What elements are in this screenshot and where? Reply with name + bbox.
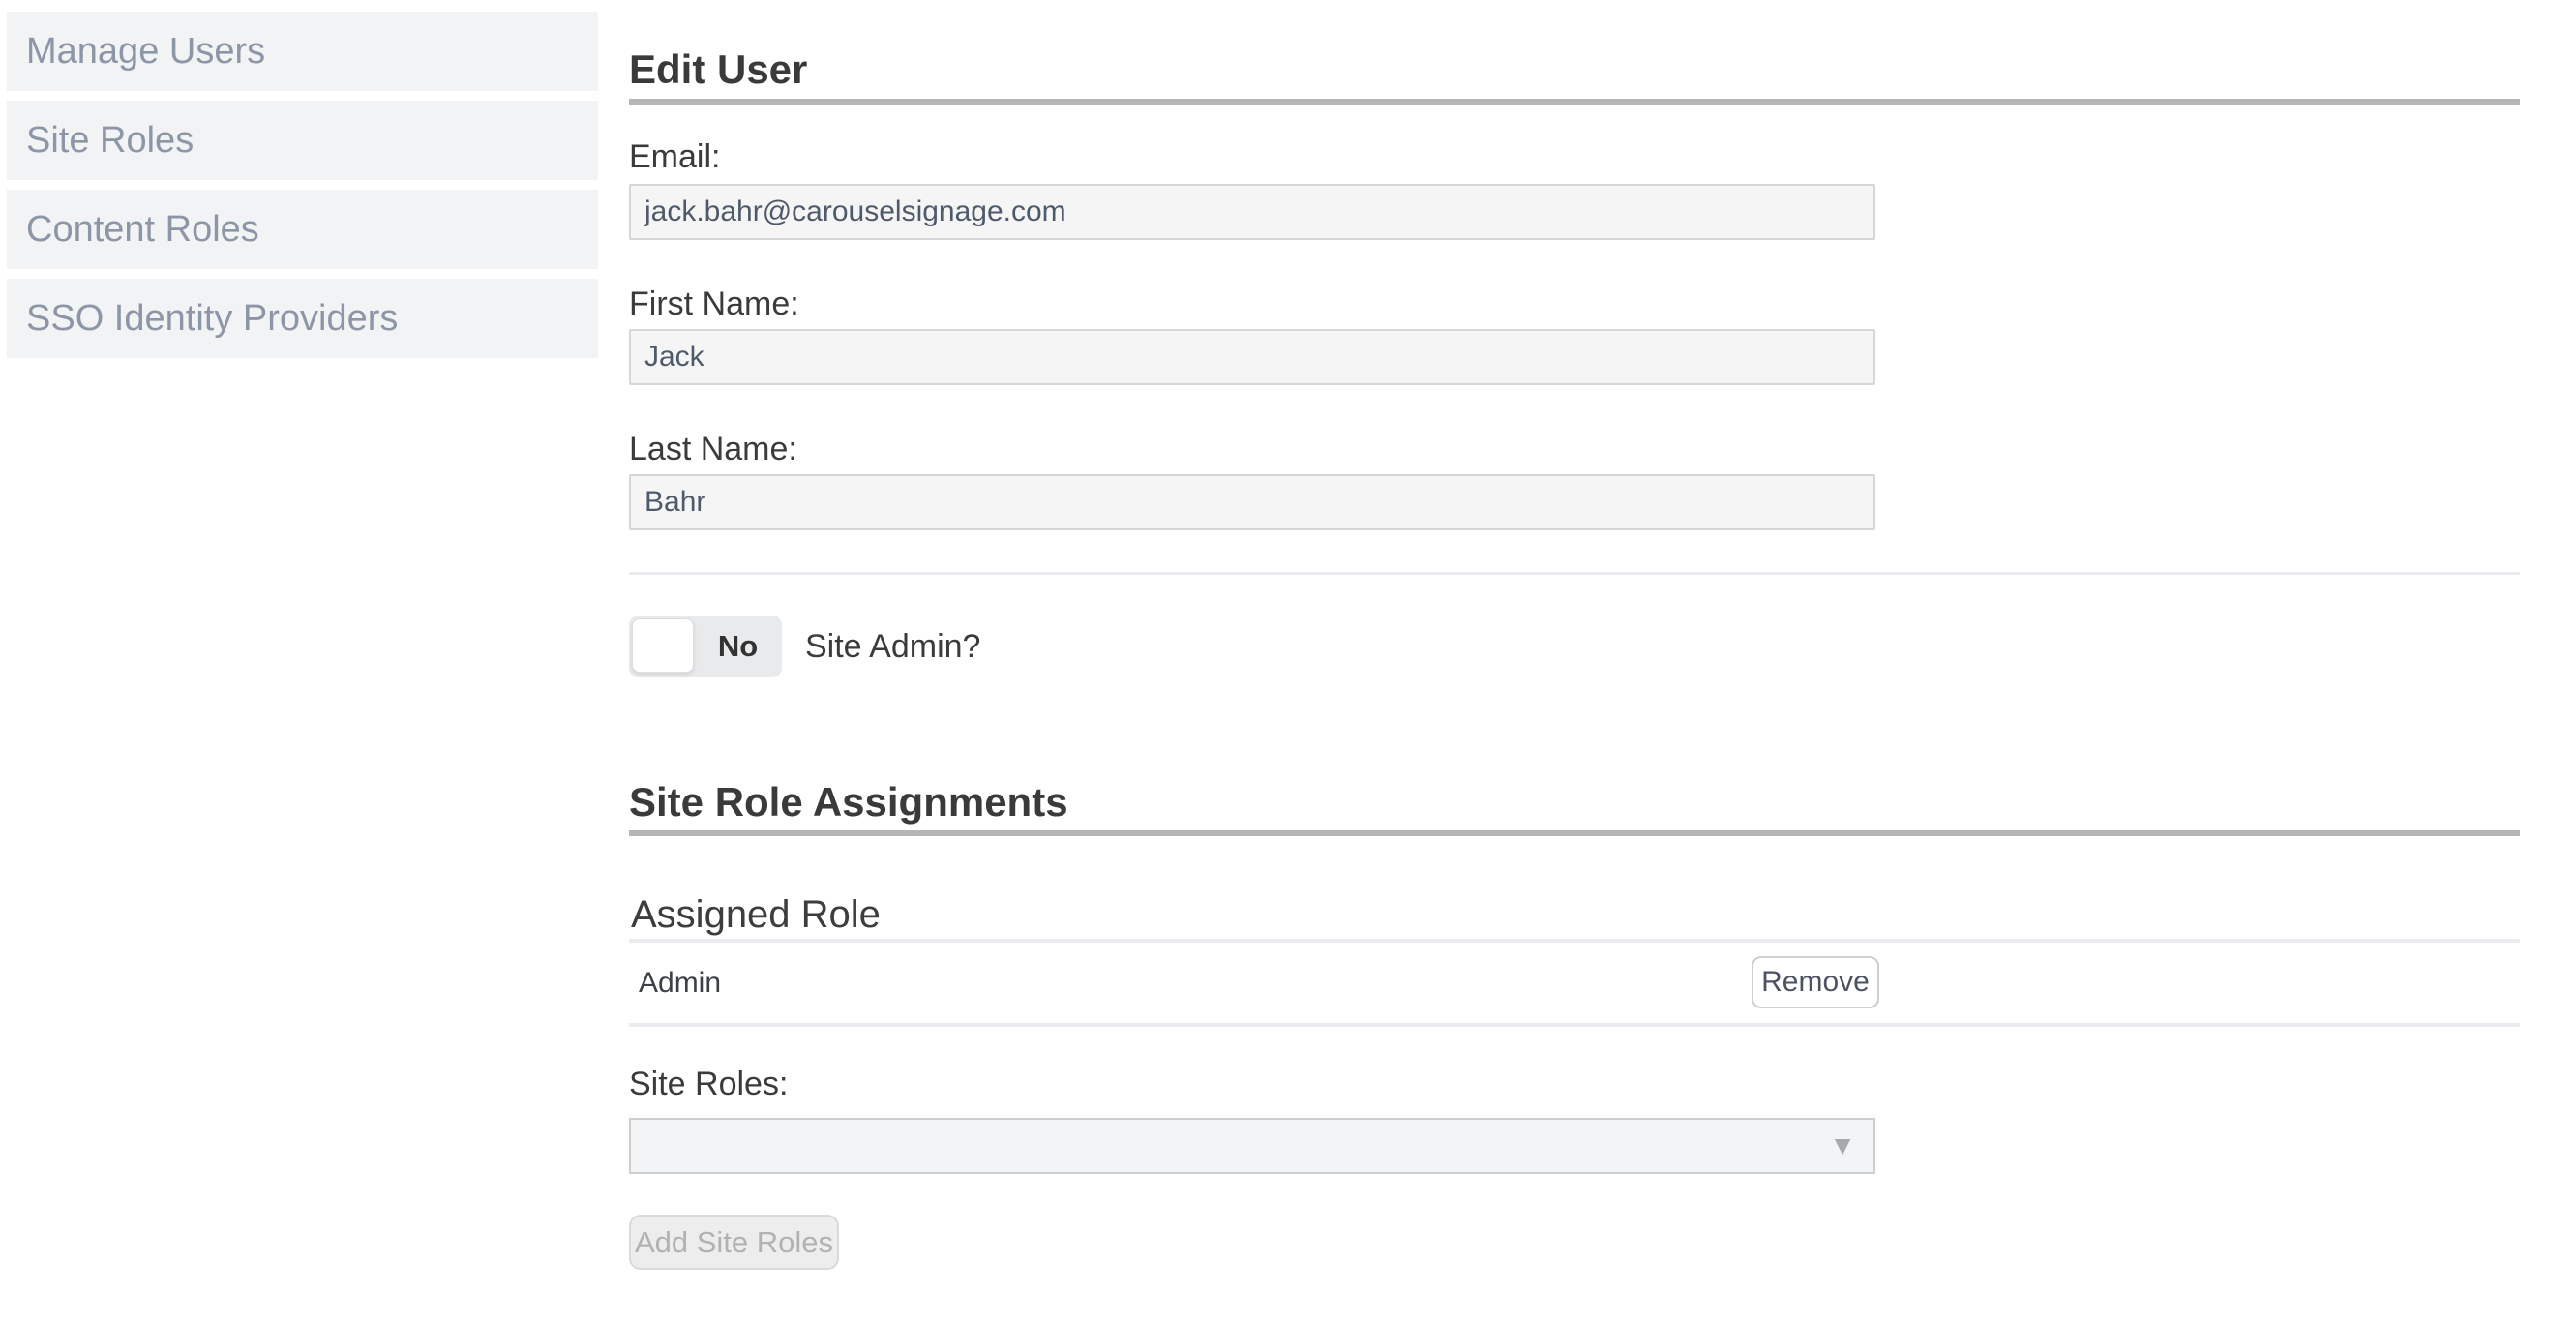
first-name-label: First Name:: [629, 286, 799, 322]
row-divider: [629, 1023, 2520, 1027]
toggle-state-label: No: [694, 616, 782, 677]
section-title-site-role-assignments: Site Role Assignments: [629, 780, 1068, 825]
heading-rule: [629, 830, 2520, 836]
dropdown-arrow-icon: ▼: [1829, 1132, 1873, 1159]
sidebar-item-label: Site Roles: [26, 120, 194, 162]
add-site-roles-button[interactable]: Add Site Roles: [629, 1215, 839, 1270]
site-roles-label: Site Roles:: [629, 1067, 788, 1102]
sidebar-item-site-roles[interactable]: Site Roles: [7, 101, 598, 180]
remove-button[interactable]: Remove: [1752, 956, 1879, 1008]
page-title: Edit User: [629, 47, 807, 92]
section-divider: [629, 572, 2520, 575]
sidebar-item-sso-identity-providers[interactable]: SSO Identity Providers: [7, 279, 598, 358]
main-content: Edit User Email: First Name: Last Name: …: [629, 0, 2520, 1322]
sidebar-item-label: SSO Identity Providers: [26, 298, 398, 340]
sidebar-nav: Manage Users Site Roles Content Roles SS…: [7, 12, 598, 368]
assigned-role-header: Assigned Role: [631, 893, 881, 936]
heading-rule: [629, 99, 2520, 105]
site-admin-label: Site Admin?: [805, 629, 980, 665]
sidebar-item-content-roles[interactable]: Content Roles: [7, 190, 598, 269]
site-admin-toggle[interactable]: No: [629, 616, 782, 677]
email-field[interactable]: [629, 184, 1875, 240]
email-label: Email:: [629, 139, 720, 175]
sidebar-item-label: Manage Users: [26, 31, 265, 73]
first-name-field[interactable]: [629, 329, 1875, 385]
sidebar-item-label: Content Roles: [26, 209, 259, 251]
screen: Manage Users Site Roles Content Roles SS…: [0, 0, 2576, 1322]
last-name-field[interactable]: [629, 474, 1875, 530]
last-name-label: Last Name:: [629, 432, 797, 467]
site-roles-select[interactable]: ▼: [629, 1118, 1875, 1174]
toggle-knob-icon: [632, 618, 694, 673]
role-name: Admin: [639, 967, 721, 999]
sidebar-item-manage-users[interactable]: Manage Users: [7, 12, 598, 91]
row-divider: [629, 939, 2520, 943]
